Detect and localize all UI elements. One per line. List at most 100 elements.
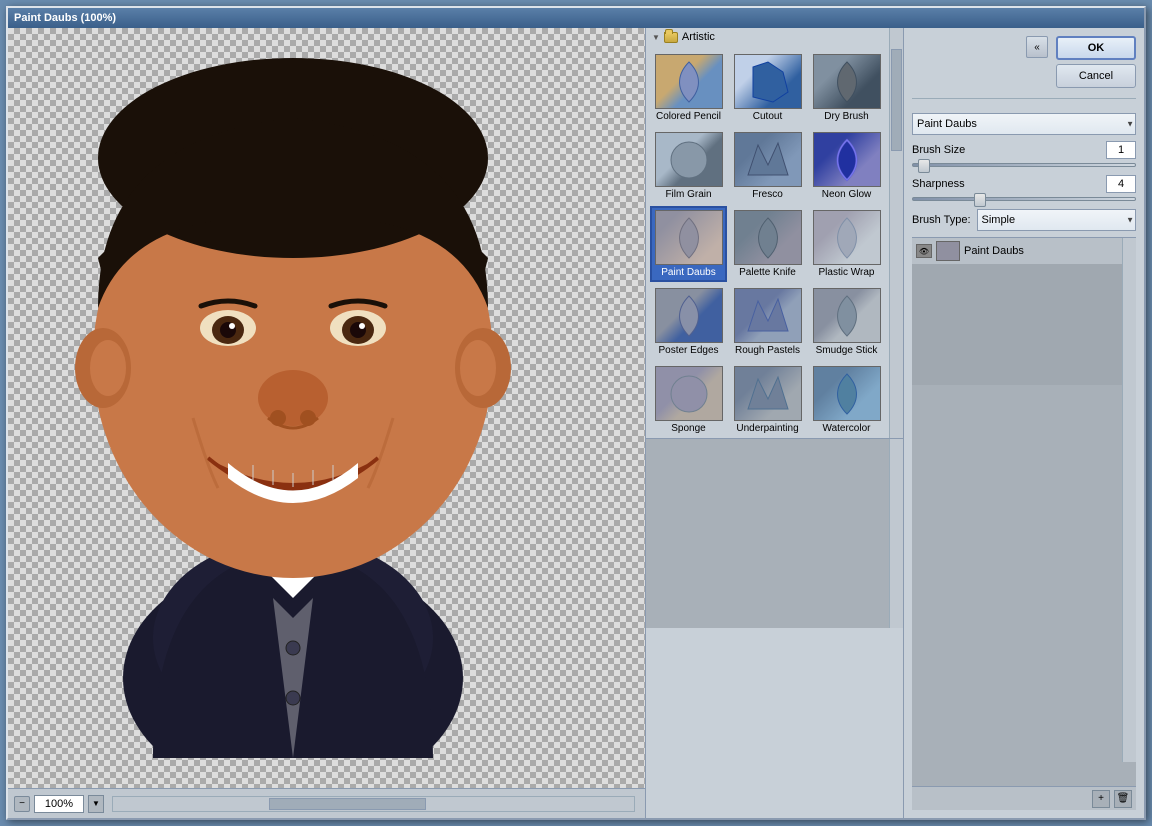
filter-item-plastic-wrap[interactable]: Plastic Wrap: [808, 206, 885, 282]
filter-label-watercolor: Watercolor: [823, 423, 871, 434]
filter-thumb-plastic-wrap: [813, 210, 881, 265]
brush-size-thumb[interactable]: [918, 159, 930, 173]
filter-label-poster-edges: Poster Edges: [658, 345, 718, 356]
delete-layer-icon: 🗑: [1117, 793, 1130, 804]
horizontal-scrollbar[interactable]: [112, 796, 635, 812]
filter-item-film-grain[interactable]: Film Grain: [650, 128, 727, 204]
filter-item-smudge-stick[interactable]: Smudge Stick: [808, 284, 885, 360]
zoom-value: 100%: [45, 798, 73, 810]
filter-thumb-neon-glow: [813, 132, 881, 187]
filter-label-underpainting: Underpainting: [736, 423, 798, 434]
triangle-down-icon: ▼: [652, 33, 660, 42]
filter-label-cutout: Cutout: [753, 111, 782, 122]
filter-item-poster-edges[interactable]: Poster Edges: [650, 284, 727, 360]
filter-item-paint-daubs[interactable]: Paint Daubs: [650, 206, 727, 282]
filter-label-film-grain: Film Grain: [665, 189, 711, 200]
sharpness-thumb[interactable]: [974, 193, 986, 207]
filter-thumb-smudge-stick: [813, 288, 881, 343]
brush-size-value[interactable]: 1: [1106, 141, 1136, 159]
filter-thumb-rough-pastels: [734, 288, 802, 343]
filter-item-underpainting[interactable]: Underpainting: [729, 362, 806, 438]
filter-name-select[interactable]: Paint Daubs: [912, 113, 1136, 135]
cancel-button[interactable]: Cancel: [1056, 64, 1136, 88]
filter-name-row: Paint Daubs ▼: [912, 113, 1136, 135]
folder-icon-artistic: [664, 32, 678, 43]
brush-size-row: Brush Size 1: [912, 141, 1136, 159]
category-artistic-label: Artistic: [682, 31, 715, 43]
filter-scrollbar-thumb[interactable]: [891, 49, 902, 152]
window-title: Paint Daubs (100%): [14, 12, 116, 24]
filter-thumb-watercolor: [813, 366, 881, 421]
filter-thumb-colored-pencil: [655, 54, 723, 109]
canvas-bottom-bar: − 100% ▼: [8, 788, 645, 818]
sharpness-slider[interactable]: [912, 197, 1136, 201]
eye-visibility-icon[interactable]: 👁: [916, 244, 932, 258]
double-arrow-icon: «: [1034, 42, 1040, 53]
filter-preview-area: [646, 438, 903, 628]
filter-item-rough-pastels[interactable]: Rough Pastels: [729, 284, 806, 360]
filter-item-watercolor[interactable]: Watercolor: [808, 362, 885, 438]
scrollbar-thumb-h[interactable]: [269, 798, 425, 810]
zoom-minus-button[interactable]: −: [14, 796, 30, 812]
filter-scroll-area: ▼ Artistic Colored Pencil: [646, 28, 903, 438]
brush-type-row: Brush Type: Simple Light Rough Dark Roug…: [912, 209, 1136, 231]
filter-item-neon-glow[interactable]: Neon Glow: [808, 128, 885, 204]
layer-preview-thumb: [936, 241, 960, 261]
collapse-panel-button[interactable]: «: [1026, 36, 1048, 58]
zoom-display: 100%: [34, 795, 84, 813]
brush-type-select-wrapper: Simple Light Rough Dark Rough Wide Sharp…: [977, 209, 1137, 231]
sharpness-row: Sharpness 4: [912, 175, 1136, 193]
filter-label-paint-daubs: Paint Daubs: [661, 267, 715, 278]
layer-add-button[interactable]: +: [1092, 790, 1110, 808]
filter-thumb-fresco: [734, 132, 802, 187]
layers-empty-area: [912, 265, 1136, 385]
filter-label-fresco: Fresco: [752, 189, 783, 200]
divider-1: [912, 98, 1136, 99]
sharpness-label: Sharpness: [912, 178, 965, 190]
filter-item-palette-knife[interactable]: Palette Knife: [729, 206, 806, 282]
title-bar: Paint Daubs (100%): [8, 8, 1144, 28]
filter-item-colored-pencil[interactable]: Colored Pencil: [650, 50, 727, 126]
filter-label-neon-glow: Neon Glow: [822, 189, 871, 200]
canvas-area[interactable]: [8, 28, 645, 788]
filter-vertical-scrollbar[interactable]: [889, 28, 903, 438]
filter-preview-scrollbar[interactable]: [889, 439, 903, 628]
filter-label-plastic-wrap: Plastic Wrap: [819, 267, 875, 278]
ok-button[interactable]: OK: [1056, 36, 1136, 60]
filter-label-rough-pastels: Rough Pastels: [735, 345, 800, 356]
filter-item-cutout[interactable]: Cutout: [729, 50, 806, 126]
settings-panel: « OK Cancel Paint Daubs: [904, 28, 1144, 818]
filter-panel: ▼ Artistic Colored Pencil: [646, 28, 904, 818]
main-window: Paint Daubs (100%): [6, 6, 1146, 820]
brush-size-slider[interactable]: [912, 163, 1136, 167]
filter-label-dry-brush: Dry Brush: [824, 111, 868, 122]
add-layer-icon: +: [1098, 793, 1104, 804]
filter-item-fresco[interactable]: Fresco: [729, 128, 806, 204]
zoom-dropdown-button[interactable]: ▼: [88, 795, 104, 813]
filter-name-select-wrapper: Paint Daubs ▼: [912, 113, 1136, 135]
layers-scrollbar[interactable]: [1122, 238, 1136, 762]
layer-delete-button[interactable]: 🗑: [1114, 790, 1132, 808]
filter-item-dry-brush[interactable]: Dry Brush: [808, 50, 885, 126]
filter-label-sponge: Sponge: [671, 423, 705, 434]
layer-bottom-bar: + 🗑: [912, 786, 1136, 810]
layers-panel: 👁 Paint Daubs +: [912, 237, 1136, 810]
layer-item-paint-daubs[interactable]: 👁 Paint Daubs: [912, 238, 1136, 265]
filter-thumb-sponge: [655, 366, 723, 421]
brush-size-label: Brush Size: [912, 144, 965, 156]
layer-name-label: Paint Daubs: [964, 245, 1132, 257]
filter-label-smudge-stick: Smudge Stick: [816, 345, 878, 356]
brush-type-label: Brush Type:: [912, 214, 971, 226]
filter-item-sponge[interactable]: Sponge: [650, 362, 727, 438]
category-artistic[interactable]: ▼ Artistic: [646, 28, 889, 46]
filter-label-palette-knife: Palette Knife: [739, 267, 796, 278]
sharpness-value[interactable]: 4: [1106, 175, 1136, 193]
filter-thumb-palette-knife: [734, 210, 802, 265]
filter-label-colored-pencil: Colored Pencil: [656, 111, 721, 122]
eye-symbol: 👁: [919, 247, 929, 256]
filter-thumb-dry-brush: [813, 54, 881, 109]
zoom-minus-icon: −: [19, 798, 25, 809]
canvas-panel: − 100% ▼: [8, 28, 646, 818]
filter-thumb-film-grain: [655, 132, 723, 187]
brush-type-select[interactable]: Simple Light Rough Dark Rough Wide Sharp…: [977, 209, 1137, 231]
